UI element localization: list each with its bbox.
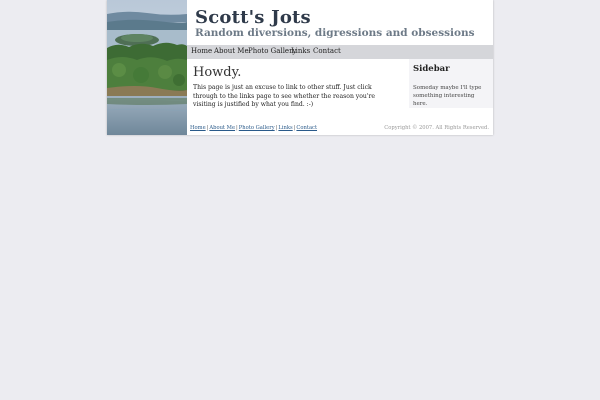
nav-item-about-me[interactable]: About Me [214, 47, 249, 55]
footer-links: Home|About Me|Photo Gallery|Links|Contac… [190, 125, 317, 131]
copyright-notice: Copyright © 2007. All Rights Reserved. [384, 125, 489, 131]
nav-item-links[interactable]: Links [291, 47, 310, 55]
nav-item-home[interactable]: Home [191, 47, 212, 55]
sidebar-heading: Sidebar [413, 64, 450, 74]
nav-bar: Home About Me Photo Gallery Links Contac… [187, 45, 493, 59]
main-content: Howdy. This page is just an excuse to li… [187, 59, 409, 125]
site-tagline: Random diversions, digressions and obses… [195, 27, 475, 39]
site-title[interactable]: Scott's Jots [195, 7, 311, 28]
footer-link-contact[interactable]: Contact [296, 125, 317, 131]
sidebar-body-text: Someday maybe I'll type something intere… [413, 85, 482, 107]
footer-link-links[interactable]: Links [278, 125, 292, 131]
river-landscape-image [107, 0, 187, 135]
footer-link-home[interactable]: Home [190, 125, 206, 131]
page-container: Scott's Jots Random diversions, digressi… [107, 0, 493, 135]
footer-link-photo-gallery[interactable]: Photo Gallery [239, 125, 275, 131]
nav-item-contact[interactable]: Contact [313, 47, 341, 55]
header-photo [107, 0, 187, 135]
sidebar: Sidebar Someday maybe I'll type somethin… [409, 59, 493, 108]
content-column: Scott's Jots Random diversions, digressi… [187, 0, 493, 135]
main-heading: Howdy. [193, 65, 242, 80]
nav-item-photo-gallery[interactable]: Photo Gallery [248, 47, 296, 55]
footer-link-about-me[interactable]: About Me [209, 125, 235, 131]
main-body-text: This page is just an excuse to link to o… [193, 84, 376, 108]
